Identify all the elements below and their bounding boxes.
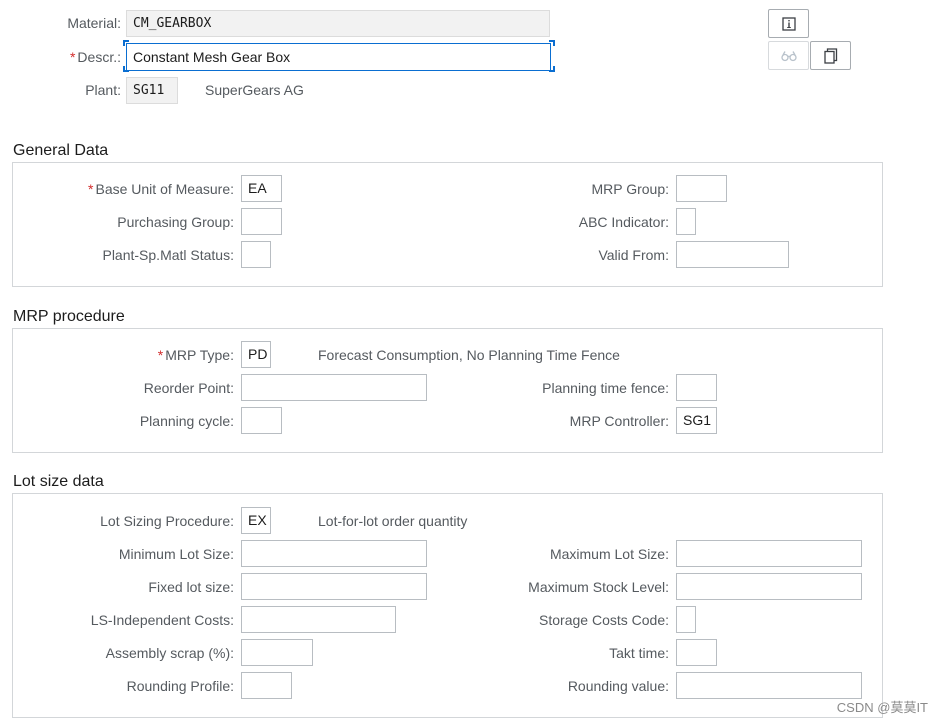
- takt-time-label: Takt time:: [609, 645, 669, 661]
- mrp-type-input[interactable]: PD: [241, 341, 271, 368]
- required-marker: *: [157, 347, 164, 363]
- general-data-title: General Data: [13, 142, 109, 159]
- watermark: CSDN @莫莫IT: [836, 700, 928, 715]
- storage-costs-code-label: Storage Costs Code:: [539, 612, 669, 628]
- max-stock-level-input[interactable]: [676, 573, 862, 600]
- max-lot-size-label: Maximum Lot Size:: [549, 546, 669, 562]
- mrp-type-label-text: MRP Type:: [165, 347, 234, 363]
- plant-name: SuperGears AG: [205, 82, 304, 98]
- plant-matl-status-input[interactable]: [241, 241, 271, 268]
- valid-from-label: Valid From:: [598, 247, 669, 263]
- mrp-procedure-title: MRP procedure: [13, 308, 125, 325]
- planning-cycle-label: Planning cycle:: [139, 413, 234, 429]
- material-label: Material:: [67, 15, 121, 31]
- rounding-profile-label: Rounding Profile:: [126, 678, 234, 694]
- max-stock-level-label: Maximum Stock Level:: [528, 579, 669, 595]
- assembly-scrap-input[interactable]: [241, 639, 313, 666]
- required-marker: *: [88, 181, 94, 197]
- rounding-value-label: Rounding value:: [567, 678, 669, 694]
- material-field[interactable]: CM_GEARBOX: [126, 10, 550, 37]
- ls-independent-costs-input[interactable]: [241, 606, 396, 633]
- lot-sizing-label: Lot Sizing Procedure:: [100, 513, 234, 529]
- info-button[interactable]: [768, 9, 809, 38]
- planning-time-fence-input[interactable]: [676, 374, 717, 401]
- takt-time-input[interactable]: [676, 639, 717, 666]
- planning-time-fence-label: Planning time fence:: [542, 380, 669, 396]
- purchasing-group-label: Purchasing Group:: [117, 214, 234, 230]
- lot-sizing-input[interactable]: EX: [241, 507, 271, 534]
- description-input[interactable]: Constant Mesh Gear Box: [126, 43, 551, 71]
- reorder-point-label: Reorder Point:: [143, 380, 234, 396]
- descr-label: * Descr.:: [70, 49, 121, 65]
- glasses-icon: [780, 50, 797, 62]
- mrp-controller-input[interactable]: SG1: [676, 407, 717, 434]
- lot-size-data-title: Lot size data: [13, 473, 104, 490]
- plant-label: Plant:: [85, 82, 121, 98]
- storage-costs-code-input[interactable]: [676, 606, 696, 633]
- focus-corner-tl: [123, 40, 129, 46]
- reorder-point-input[interactable]: [241, 374, 427, 401]
- mrp-controller-label: MRP Controller:: [569, 413, 669, 429]
- base-uom-label: * Base Unit of Measure:: [88, 181, 234, 197]
- mrp-group-input[interactable]: [676, 175, 727, 202]
- copy-icon: [823, 47, 838, 64]
- rounding-value-input[interactable]: [676, 672, 862, 699]
- display-button[interactable]: [768, 41, 809, 70]
- abc-indicator-input[interactable]: [676, 208, 696, 235]
- purchasing-group-input[interactable]: [241, 208, 282, 235]
- focus-corner-tr: [549, 40, 555, 46]
- mrp-type-description: Forecast Consumption, No Planning Time F…: [318, 347, 620, 363]
- focus-corner-bl: [123, 66, 129, 72]
- descr-label-text: Descr.:: [77, 49, 121, 65]
- plant-field[interactable]: SG11: [126, 77, 178, 104]
- valid-from-input[interactable]: [676, 241, 789, 268]
- base-uom-input[interactable]: EA: [241, 175, 282, 202]
- mrp-group-label: MRP Group:: [591, 181, 669, 197]
- plant-matl-status-label: Plant-Sp.Matl Status:: [102, 247, 234, 263]
- max-lot-size-input[interactable]: [676, 540, 862, 567]
- abc-indicator-label: ABC Indicator:: [578, 214, 669, 230]
- planning-cycle-input[interactable]: [241, 407, 282, 434]
- focus-corner-br: [549, 66, 555, 72]
- fixed-lot-size-label: Fixed lot size:: [148, 579, 234, 595]
- assembly-scrap-label: Assembly scrap (%):: [105, 645, 234, 661]
- mrp-type-label: * MRP Type:: [158, 347, 234, 363]
- min-lot-size-label: Minimum Lot Size:: [118, 546, 234, 562]
- required-marker: *: [69, 49, 76, 65]
- ls-independent-costs-label: LS-Independent Costs:: [90, 612, 234, 628]
- info-icon: [781, 16, 796, 31]
- rounding-profile-input[interactable]: [241, 672, 292, 699]
- fixed-lot-size-input[interactable]: [241, 573, 427, 600]
- lot-sizing-description: Lot-for-lot order quantity: [318, 513, 468, 529]
- min-lot-size-input[interactable]: [241, 540, 427, 567]
- copy-button[interactable]: [810, 41, 851, 70]
- base-uom-label-text: Base Unit of Measure:: [95, 181, 234, 197]
